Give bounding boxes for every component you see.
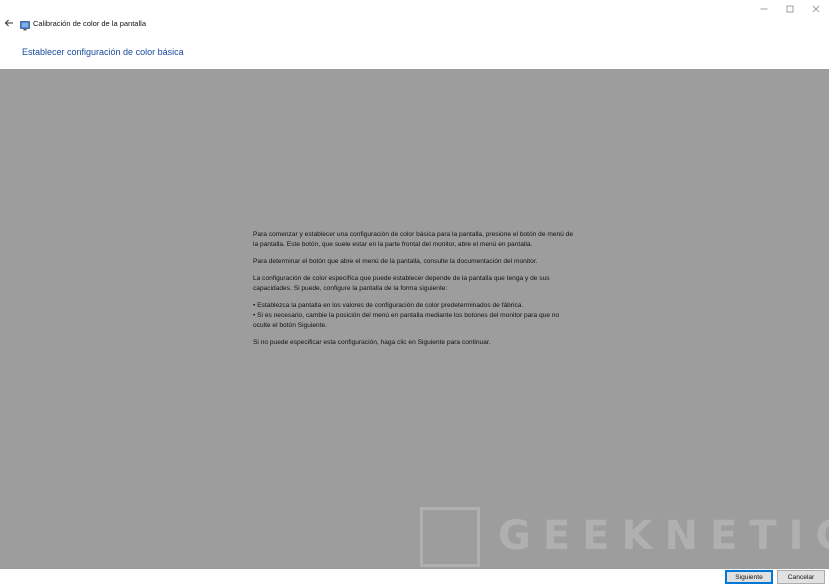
next-button[interactable]: Siguiente: [725, 570, 773, 584]
back-arrow-icon[interactable]: [2, 16, 16, 30]
title-bar: Calibración de color de la pantalla: [0, 0, 829, 32]
calibration-window: Calibración de color de la pantalla Esta…: [0, 0, 829, 588]
instructions-text: Para comenzar y establecer una configura…: [253, 230, 573, 355]
instruction-paragraph-4: Si no puede especificar esta configuraci…: [253, 339, 491, 346]
instruction-paragraph-3: La configuración de color específica que…: [253, 275, 550, 292]
instruction-bullet-1: • Establezca la pantalla en los valores …: [253, 302, 524, 309]
footer-bar: Siguiente Cancelar: [0, 569, 829, 588]
cancel-button[interactable]: Cancelar: [777, 570, 825, 584]
watermark-box: [420, 507, 480, 567]
watermark-text: GEEKNETIC: [498, 513, 829, 559]
page-header: Establecer configuración de color básica: [0, 32, 829, 69]
minimize-icon[interactable]: [751, 0, 777, 18]
maximize-icon[interactable]: [777, 0, 803, 18]
window-title: Calibración de color de la pantalla: [33, 19, 146, 28]
watermark-logo: GEEKNETIC: [420, 507, 829, 567]
instruction-bullet-2: • Si es necesario, cambie la posición de…: [253, 312, 560, 329]
close-icon[interactable]: [803, 0, 829, 18]
display-calibration-icon: [20, 18, 30, 31]
content-area: Para comenzar y establecer una configura…: [0, 69, 829, 569]
instruction-paragraph-1: Para comenzar y establecer una configura…: [253, 231, 573, 248]
page-title: Establecer configuración de color básica: [22, 47, 184, 57]
instruction-paragraph-2: Para determinar el botón que abre el men…: [253, 258, 538, 265]
window-controls: [751, 0, 829, 18]
